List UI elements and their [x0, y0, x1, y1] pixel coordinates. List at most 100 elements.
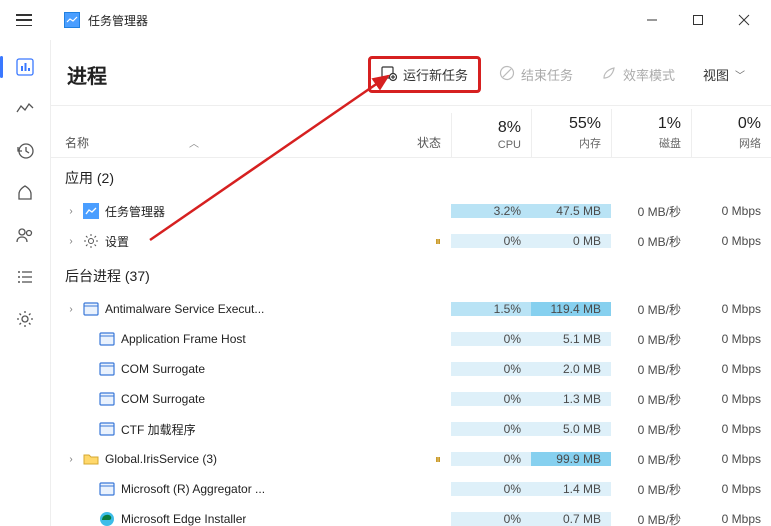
table-row[interactable]: Microsoft Edge Installer 0% 0.7 MB 0 MB/… [51, 504, 771, 526]
sort-indicator-icon: ︿ [189, 135, 199, 150]
process-icon [99, 391, 115, 407]
status-cell: ⏸ [381, 452, 451, 467]
status-cell: ⏸ [381, 234, 451, 249]
process-name: Antimalware Service Execut... [105, 302, 264, 316]
mem-cell: 1.3 MB [531, 392, 611, 406]
table-row[interactable]: COM Surrogate 0% 2.0 MB 0 MB/秒 0 Mbps [51, 354, 771, 384]
sidebar-history[interactable] [0, 130, 50, 172]
expand-icon[interactable]: › [65, 206, 77, 217]
mem-cell: 0.7 MB [531, 512, 611, 526]
process-icon [83, 233, 99, 249]
column-header-name[interactable]: 名称 ︿ [51, 128, 381, 157]
sidebar-services[interactable] [0, 298, 50, 340]
expand-icon[interactable]: › [65, 454, 77, 465]
cpu-cell: 3.2% [451, 204, 531, 218]
process-icon [83, 301, 99, 317]
process-icon [99, 421, 115, 437]
chevron-down-icon: ﹀ [735, 67, 745, 82]
minimize-button[interactable] [629, 0, 675, 40]
cpu-cell: 0% [451, 362, 531, 376]
toolbar: 进程 运行新任务 结束任务 效率模式 视图 ﹀ [51, 40, 771, 106]
disk-cell: 0 MB/秒 [611, 301, 691, 318]
disk-cell: 0 MB/秒 [611, 331, 691, 348]
cpu-cell: 0% [451, 332, 531, 346]
end-task-button[interactable]: 结束任务 [489, 59, 583, 90]
table-row[interactable]: › 设置 ⏸ 0% 0 MB 0 MB/秒 0 Mbps [51, 226, 771, 256]
close-button[interactable] [721, 0, 767, 40]
disk-cell: 0 MB/秒 [611, 481, 691, 498]
sidebar-details[interactable] [0, 256, 50, 298]
mem-cell: 47.5 MB [531, 204, 611, 218]
sidebar-performance[interactable] [0, 88, 50, 130]
cpu-cell: 0% [451, 482, 531, 496]
table-row[interactable]: COM Surrogate 0% 1.3 MB 0 MB/秒 0 Mbps [51, 384, 771, 414]
mem-cell: 5.1 MB [531, 332, 611, 346]
net-cell: 0 Mbps [691, 512, 771, 526]
net-cell: 0 Mbps [691, 332, 771, 346]
table-row[interactable]: › Global.IrisService (3) ⏸ 0% 99.9 MB 0 … [51, 444, 771, 474]
table-row[interactable]: Application Frame Host 0% 5.1 MB 0 MB/秒 … [51, 324, 771, 354]
process-name: Microsoft (R) Aggregator ... [121, 482, 265, 496]
expand-icon[interactable]: › [65, 304, 77, 315]
disk-cell: 0 MB/秒 [611, 421, 691, 438]
process-icon [99, 361, 115, 377]
column-header-status[interactable]: 状态 [381, 128, 451, 157]
window-controls [629, 0, 767, 40]
disk-cell: 0 MB/秒 [611, 511, 691, 526]
mem-cell: 2.0 MB [531, 362, 611, 376]
leaf-icon [601, 65, 617, 84]
app-icon [64, 12, 80, 28]
run-new-task-button[interactable]: 运行新任务 [368, 56, 481, 93]
cpu-cell: 0% [451, 452, 531, 466]
sidebar-processes[interactable] [0, 46, 50, 88]
column-header-磁盘[interactable]: 1%磁盘 [611, 109, 691, 157]
mem-cell: 99.9 MB [531, 452, 611, 466]
sidebar-users[interactable] [0, 214, 50, 256]
disk-cell: 0 MB/秒 [611, 233, 691, 250]
cpu-cell: 0% [451, 512, 531, 526]
process-name: COM Surrogate [121, 392, 205, 406]
mem-cell: 5.0 MB [531, 422, 611, 436]
table-row[interactable]: CTF 加载程序 0% 5.0 MB 0 MB/秒 0 Mbps [51, 414, 771, 444]
sidebar-startup[interactable] [0, 172, 50, 214]
cpu-cell: 0% [451, 392, 531, 406]
cpu-cell: 0% [451, 422, 531, 436]
process-name: COM Surrogate [121, 362, 205, 376]
efficiency-mode-label: 效率模式 [623, 65, 675, 84]
process-table[interactable]: 应用 (2) › 任务管理器 3.2% 47.5 MB 0 MB/秒 0 Mbp… [51, 158, 771, 526]
maximize-button[interactable] [675, 0, 721, 40]
table-row[interactable]: › Antimalware Service Execut... 1.5% 119… [51, 294, 771, 324]
process-icon [99, 331, 115, 347]
mem-cell: 1.4 MB [531, 482, 611, 496]
page-title: 进程 [67, 60, 360, 89]
expand-icon[interactable]: › [65, 236, 77, 247]
disk-cell: 0 MB/秒 [611, 391, 691, 408]
net-cell: 0 Mbps [691, 204, 771, 218]
process-name: CTF 加载程序 [121, 421, 196, 438]
view-dropdown[interactable]: 视图 ﹀ [693, 59, 755, 90]
net-cell: 0 Mbps [691, 362, 771, 376]
end-task-label: 结束任务 [521, 65, 573, 84]
process-name: Microsoft Edge Installer [121, 512, 246, 526]
net-cell: 0 Mbps [691, 422, 771, 436]
table-row[interactable]: › 任务管理器 3.2% 47.5 MB 0 MB/秒 0 Mbps [51, 196, 771, 226]
menu-button[interactable] [4, 0, 44, 40]
disk-cell: 0 MB/秒 [611, 451, 691, 468]
process-icon [99, 481, 115, 497]
view-label: 视图 [703, 65, 729, 84]
net-cell: 0 Mbps [691, 482, 771, 496]
end-task-icon [499, 65, 515, 84]
column-headers: 名称 ︿ 状态 8%CPU55%内存1%磁盘0%网络 [51, 106, 771, 158]
group-header: 后台进程 (37) [51, 256, 771, 294]
main-panel: 进程 运行新任务 结束任务 效率模式 视图 ﹀ 名称 ︿ [50, 40, 771, 526]
net-cell: 0 Mbps [691, 302, 771, 316]
efficiency-mode-button[interactable]: 效率模式 [591, 59, 685, 90]
table-row[interactable]: Microsoft (R) Aggregator ... 0% 1.4 MB 0… [51, 474, 771, 504]
column-header-CPU[interactable]: 8%CPU [451, 113, 531, 157]
cpu-cell: 0% [451, 234, 531, 248]
mem-cell: 119.4 MB [531, 302, 611, 316]
process-icon [83, 451, 99, 467]
column-header-网络[interactable]: 0%网络 [691, 109, 771, 157]
column-header-内存[interactable]: 55%内存 [531, 109, 611, 157]
net-cell: 0 Mbps [691, 392, 771, 406]
